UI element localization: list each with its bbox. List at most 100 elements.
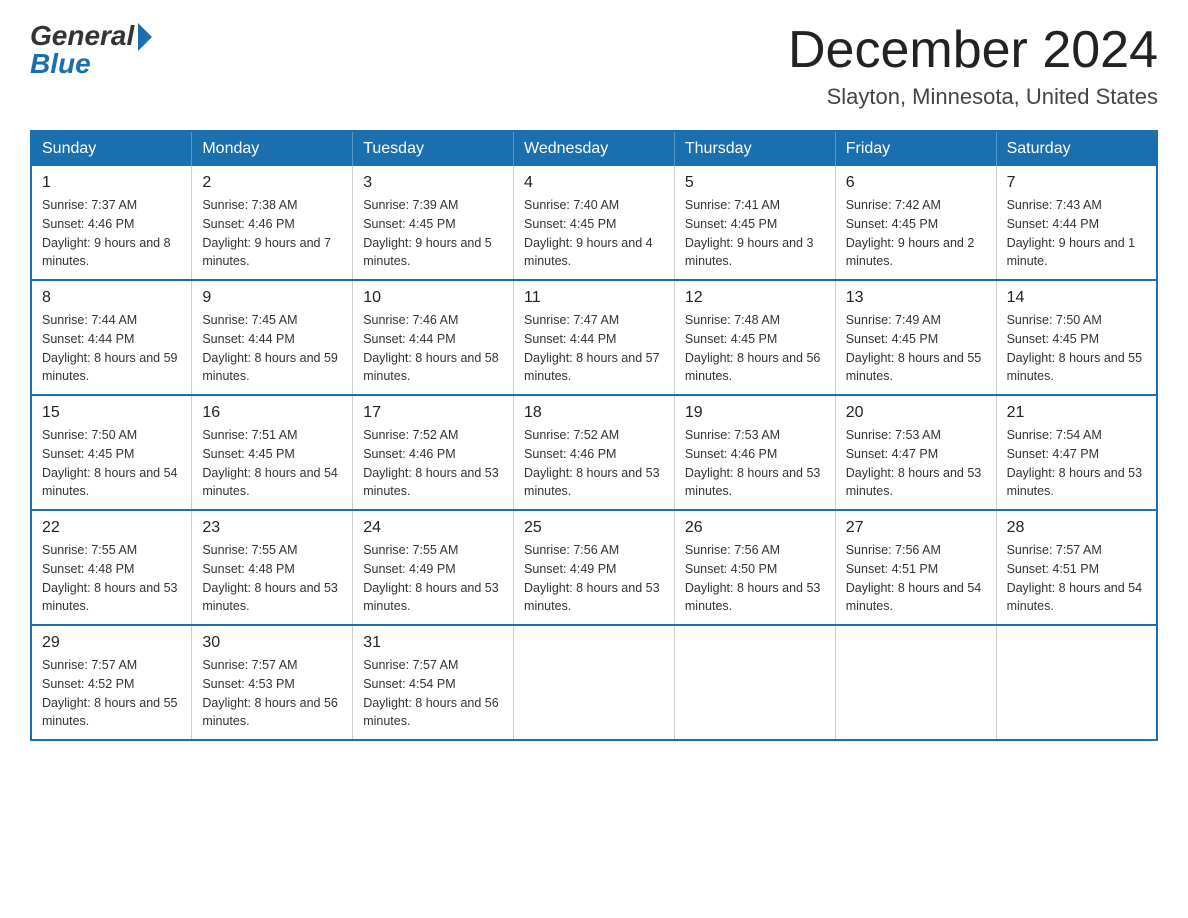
calendar-cell: 1 Sunrise: 7:37 AMSunset: 4:46 PMDayligh… <box>31 166 192 280</box>
calendar-cell: 4 Sunrise: 7:40 AMSunset: 4:45 PMDayligh… <box>514 166 675 280</box>
day-info: Sunrise: 7:56 AMSunset: 4:51 PMDaylight:… <box>846 541 986 616</box>
calendar-cell: 15 Sunrise: 7:50 AMSunset: 4:45 PMDaylig… <box>31 395 192 510</box>
calendar-cell <box>674 625 835 740</box>
calendar-cell: 29 Sunrise: 7:57 AMSunset: 4:52 PMDaylig… <box>31 625 192 740</box>
day-number: 15 <box>42 404 181 422</box>
calendar-cell: 28 Sunrise: 7:57 AMSunset: 4:51 PMDaylig… <box>996 510 1157 625</box>
day-info: Sunrise: 7:39 AMSunset: 4:45 PMDaylight:… <box>363 196 503 271</box>
logo-blue-text: Blue <box>30 48 91 80</box>
title-section: December 2024 Slayton, Minnesota, United… <box>788 20 1158 110</box>
logo: General Blue <box>30 20 152 80</box>
day-info: Sunrise: 7:51 AMSunset: 4:45 PMDaylight:… <box>202 426 342 501</box>
day-number: 9 <box>202 289 342 307</box>
day-number: 2 <box>202 174 342 192</box>
calendar-cell: 11 Sunrise: 7:47 AMSunset: 4:44 PMDaylig… <box>514 280 675 395</box>
location-title: Slayton, Minnesota, United States <box>788 84 1158 110</box>
day-number: 3 <box>363 174 503 192</box>
day-number: 30 <box>202 634 342 652</box>
day-info: Sunrise: 7:52 AMSunset: 4:46 PMDaylight:… <box>363 426 503 501</box>
month-title: December 2024 <box>788 20 1158 80</box>
calendar-cell: 12 Sunrise: 7:48 AMSunset: 4:45 PMDaylig… <box>674 280 835 395</box>
calendar-cell <box>835 625 996 740</box>
calendar-week-row: 15 Sunrise: 7:50 AMSunset: 4:45 PMDaylig… <box>31 395 1157 510</box>
day-info: Sunrise: 7:46 AMSunset: 4:44 PMDaylight:… <box>363 311 503 386</box>
day-number: 5 <box>685 174 825 192</box>
day-number: 19 <box>685 404 825 422</box>
calendar-cell: 19 Sunrise: 7:53 AMSunset: 4:46 PMDaylig… <box>674 395 835 510</box>
calendar-cell: 26 Sunrise: 7:56 AMSunset: 4:50 PMDaylig… <box>674 510 835 625</box>
day-info: Sunrise: 7:40 AMSunset: 4:45 PMDaylight:… <box>524 196 664 271</box>
calendar-cell: 25 Sunrise: 7:56 AMSunset: 4:49 PMDaylig… <box>514 510 675 625</box>
day-number: 11 <box>524 289 664 307</box>
day-number: 22 <box>42 519 181 537</box>
day-info: Sunrise: 7:49 AMSunset: 4:45 PMDaylight:… <box>846 311 986 386</box>
logo-arrow-icon <box>138 23 152 51</box>
calendar-cell: 13 Sunrise: 7:49 AMSunset: 4:45 PMDaylig… <box>835 280 996 395</box>
day-info: Sunrise: 7:53 AMSunset: 4:47 PMDaylight:… <box>846 426 986 501</box>
day-info: Sunrise: 7:37 AMSunset: 4:46 PMDaylight:… <box>42 196 181 271</box>
calendar-cell: 18 Sunrise: 7:52 AMSunset: 4:46 PMDaylig… <box>514 395 675 510</box>
day-info: Sunrise: 7:50 AMSunset: 4:45 PMDaylight:… <box>42 426 181 501</box>
day-number: 29 <box>42 634 181 652</box>
header-monday: Monday <box>192 131 353 166</box>
day-info: Sunrise: 7:57 AMSunset: 4:51 PMDaylight:… <box>1007 541 1146 616</box>
day-number: 26 <box>685 519 825 537</box>
calendar-cell: 9 Sunrise: 7:45 AMSunset: 4:44 PMDayligh… <box>192 280 353 395</box>
calendar-week-row: 1 Sunrise: 7:37 AMSunset: 4:46 PMDayligh… <box>31 166 1157 280</box>
calendar-table: SundayMondayTuesdayWednesdayThursdayFrid… <box>30 130 1158 741</box>
day-number: 16 <box>202 404 342 422</box>
day-number: 27 <box>846 519 986 537</box>
day-number: 25 <box>524 519 664 537</box>
calendar-header-row: SundayMondayTuesdayWednesdayThursdayFrid… <box>31 131 1157 166</box>
calendar-cell: 5 Sunrise: 7:41 AMSunset: 4:45 PMDayligh… <box>674 166 835 280</box>
day-number: 28 <box>1007 519 1146 537</box>
calendar-cell <box>514 625 675 740</box>
day-info: Sunrise: 7:57 AMSunset: 4:53 PMDaylight:… <box>202 656 342 731</box>
day-info: Sunrise: 7:47 AMSunset: 4:44 PMDaylight:… <box>524 311 664 386</box>
day-number: 31 <box>363 634 503 652</box>
day-info: Sunrise: 7:54 AMSunset: 4:47 PMDaylight:… <box>1007 426 1146 501</box>
day-number: 20 <box>846 404 986 422</box>
calendar-cell: 20 Sunrise: 7:53 AMSunset: 4:47 PMDaylig… <box>835 395 996 510</box>
day-number: 10 <box>363 289 503 307</box>
day-number: 24 <box>363 519 503 537</box>
day-number: 23 <box>202 519 342 537</box>
calendar-cell <box>996 625 1157 740</box>
calendar-cell: 7 Sunrise: 7:43 AMSunset: 4:44 PMDayligh… <box>996 166 1157 280</box>
day-number: 17 <box>363 404 503 422</box>
calendar-cell: 10 Sunrise: 7:46 AMSunset: 4:44 PMDaylig… <box>353 280 514 395</box>
page-header: General Blue December 2024 Slayton, Minn… <box>30 20 1158 110</box>
day-number: 18 <box>524 404 664 422</box>
calendar-cell: 3 Sunrise: 7:39 AMSunset: 4:45 PMDayligh… <box>353 166 514 280</box>
calendar-week-row: 8 Sunrise: 7:44 AMSunset: 4:44 PMDayligh… <box>31 280 1157 395</box>
calendar-cell: 24 Sunrise: 7:55 AMSunset: 4:49 PMDaylig… <box>353 510 514 625</box>
day-info: Sunrise: 7:50 AMSunset: 4:45 PMDaylight:… <box>1007 311 1146 386</box>
day-info: Sunrise: 7:56 AMSunset: 4:50 PMDaylight:… <box>685 541 825 616</box>
calendar-cell: 6 Sunrise: 7:42 AMSunset: 4:45 PMDayligh… <box>835 166 996 280</box>
header-friday: Friday <box>835 131 996 166</box>
calendar-cell: 21 Sunrise: 7:54 AMSunset: 4:47 PMDaylig… <box>996 395 1157 510</box>
day-info: Sunrise: 7:53 AMSunset: 4:46 PMDaylight:… <box>685 426 825 501</box>
calendar-cell: 31 Sunrise: 7:57 AMSunset: 4:54 PMDaylig… <box>353 625 514 740</box>
day-info: Sunrise: 7:44 AMSunset: 4:44 PMDaylight:… <box>42 311 181 386</box>
day-info: Sunrise: 7:48 AMSunset: 4:45 PMDaylight:… <box>685 311 825 386</box>
header-saturday: Saturday <box>996 131 1157 166</box>
day-info: Sunrise: 7:43 AMSunset: 4:44 PMDaylight:… <box>1007 196 1146 271</box>
header-thursday: Thursday <box>674 131 835 166</box>
calendar-cell: 8 Sunrise: 7:44 AMSunset: 4:44 PMDayligh… <box>31 280 192 395</box>
day-number: 12 <box>685 289 825 307</box>
calendar-cell: 22 Sunrise: 7:55 AMSunset: 4:48 PMDaylig… <box>31 510 192 625</box>
day-number: 7 <box>1007 174 1146 192</box>
day-number: 13 <box>846 289 986 307</box>
calendar-cell: 14 Sunrise: 7:50 AMSunset: 4:45 PMDaylig… <box>996 280 1157 395</box>
header-wednesday: Wednesday <box>514 131 675 166</box>
day-info: Sunrise: 7:41 AMSunset: 4:45 PMDaylight:… <box>685 196 825 271</box>
day-info: Sunrise: 7:42 AMSunset: 4:45 PMDaylight:… <box>846 196 986 271</box>
calendar-cell: 2 Sunrise: 7:38 AMSunset: 4:46 PMDayligh… <box>192 166 353 280</box>
day-number: 1 <box>42 174 181 192</box>
day-info: Sunrise: 7:52 AMSunset: 4:46 PMDaylight:… <box>524 426 664 501</box>
day-number: 4 <box>524 174 664 192</box>
day-info: Sunrise: 7:56 AMSunset: 4:49 PMDaylight:… <box>524 541 664 616</box>
day-info: Sunrise: 7:38 AMSunset: 4:46 PMDaylight:… <box>202 196 342 271</box>
day-number: 6 <box>846 174 986 192</box>
